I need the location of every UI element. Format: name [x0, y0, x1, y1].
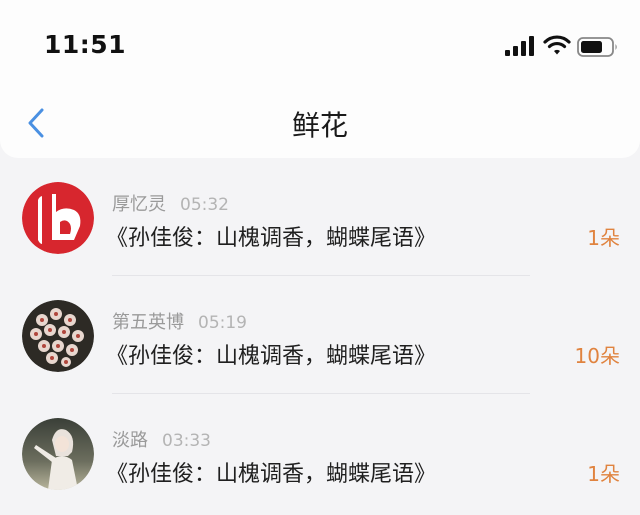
username[interactable]: 厚忆灵	[112, 194, 166, 215]
flower-count: 1朵	[587, 226, 620, 250]
user-meta: 第五英博 05:19	[112, 308, 247, 334]
user-meta: 厚忆灵 05:32	[112, 190, 229, 216]
tv-logo-icon	[22, 182, 94, 254]
gift-message: 《孙佳俊：山槐调香，蝴蝶尾语》	[106, 226, 437, 251]
page-title: 鲜花	[291, 109, 348, 142]
gift-records-page: 11:51 鲜花 厚忆灵 05:32 《孙佳俊：山槐调香，蝴蝶尾语》 1朵 第五…	[0, 0, 640, 515]
list-item[interactable]: 淡路 03:33 《孙佳俊：山槐调香，蝴蝶尾语》 1朵	[0, 394, 640, 512]
timestamp: 05:32	[180, 195, 229, 215]
flower-photo	[22, 300, 94, 372]
user-meta: 淡路 03:33	[112, 426, 211, 452]
person-photo	[22, 418, 94, 490]
gift-message: 《孙佳俊：山槐调香，蝴蝶尾语》	[106, 462, 437, 487]
username[interactable]: 第五英博	[112, 312, 184, 333]
username[interactable]: 淡路	[112, 430, 148, 451]
list-item[interactable]: 第五英博 05:19 《孙佳俊：山槐调香，蝴蝶尾语》 10朵	[0, 276, 640, 394]
flower-count: 1朵	[587, 462, 620, 486]
nav-bar: 鲜花	[0, 90, 640, 158]
wifi-icon	[543, 35, 571, 55]
person-photo-avatar[interactable]	[22, 418, 94, 490]
flower-count: 10朵	[574, 344, 620, 368]
battery-icon	[577, 37, 617, 57]
header: 11:51 鲜花	[0, 0, 640, 158]
timestamp: 05:19	[198, 313, 247, 333]
gift-message: 《孙佳俊：山槐调香，蝴蝶尾语》	[106, 344, 437, 369]
status-bar: 11:51	[0, 0, 640, 90]
signal-icon	[505, 36, 534, 56]
timestamp: 03:33	[162, 431, 211, 451]
status-time: 11:51	[44, 30, 127, 59]
list-item[interactable]: 厚忆灵 05:32 《孙佳俊：山槐调香，蝴蝶尾语》 1朵	[0, 158, 640, 276]
status-icons	[505, 34, 620, 60]
tv-logo-avatar[interactable]	[22, 182, 94, 254]
flower-photo-avatar[interactable]	[22, 300, 94, 372]
